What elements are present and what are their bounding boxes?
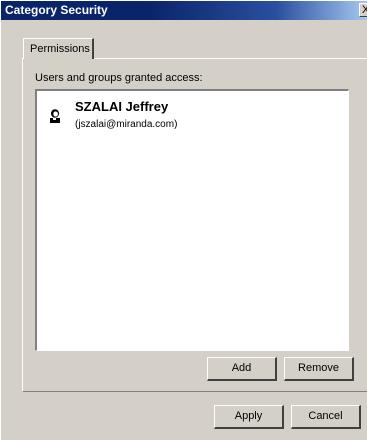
cancel-button[interactable]: Cancel (291, 405, 361, 429)
remove-button[interactable]: Remove (284, 357, 354, 381)
user-email: (jszalai@miranda.com) (75, 119, 178, 130)
user-icon (50, 109, 60, 123)
add-button[interactable]: Add (207, 357, 277, 381)
users-label: Users and groups granted access: (35, 72, 203, 84)
apply-button[interactable]: Apply (214, 405, 284, 429)
category-security-dialog: Category Security X Permissions Users an… (0, 0, 367, 440)
users-listbox[interactable]: SZALAI Jeffrey (jszalai@miranda.com) (35, 89, 349, 351)
close-icon: X (362, 4, 367, 16)
tab-label: Permissions (30, 43, 90, 55)
window-title: Category Security (5, 3, 108, 17)
tab-permissions[interactable]: Permissions (23, 38, 94, 59)
title-bar[interactable]: Category Security X (1, 1, 367, 20)
user-name: SZALAI Jeffrey (75, 99, 169, 114)
list-item[interactable]: SZALAI Jeffrey (jszalai@miranda.com) (37, 91, 348, 141)
close-button[interactable]: X (359, 3, 367, 17)
